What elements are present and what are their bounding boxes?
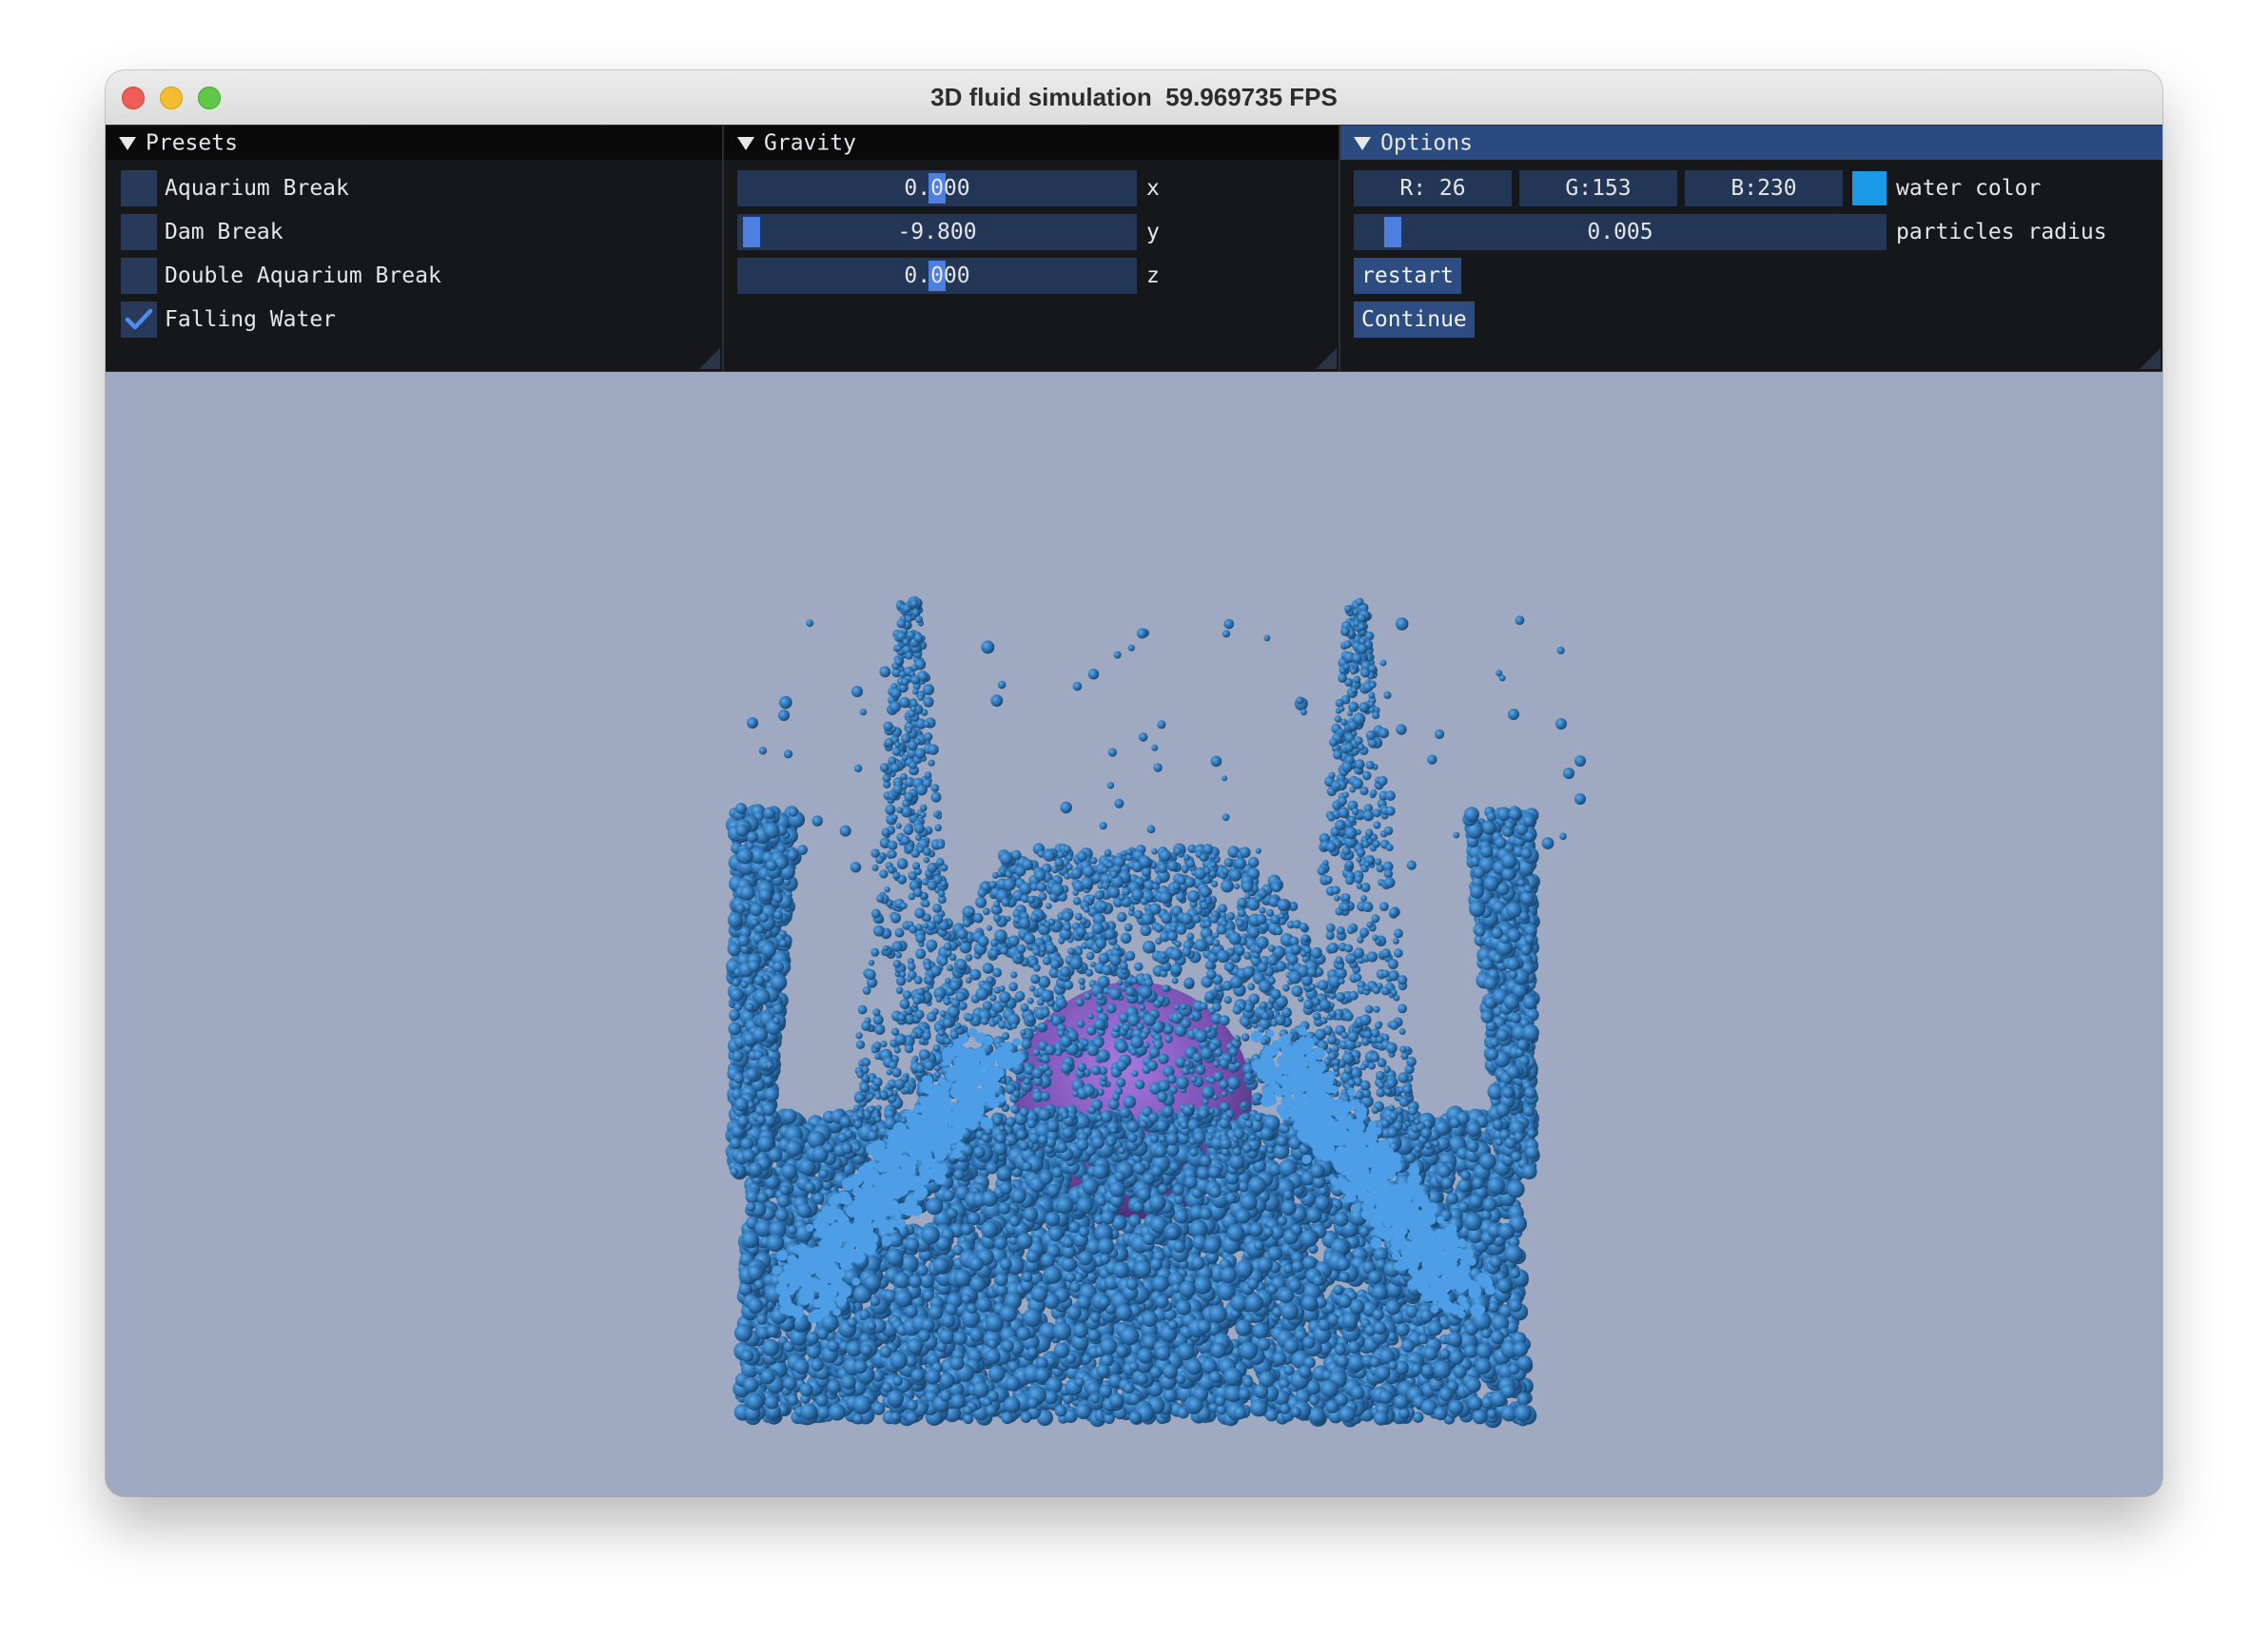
preset-label: Aquarium Break: [165, 176, 349, 201]
gravity-z-label: z: [1146, 263, 1160, 288]
water-color-swatch[interactable]: [1852, 171, 1887, 205]
preset-double-aquarium-break[interactable]: Double Aquarium Break: [106, 258, 714, 294]
presets-panel-title: Presets: [146, 130, 238, 156]
preset-dam-break[interactable]: Dam Break: [106, 214, 714, 250]
preset-label: Falling Water: [165, 307, 337, 332]
preset-falling-water[interactable]: Falling Water: [106, 302, 714, 338]
preset-aquarium-break-checkbox[interactable]: [121, 170, 157, 206]
preset-falling-water-checkbox[interactable]: [121, 302, 157, 338]
window-title: 3D fluid simulation 59.969735 FPS: [930, 83, 1338, 111]
gravity-z-slider[interactable]: 0.000: [737, 258, 1137, 294]
preset-aquarium-break[interactable]: Aquarium Break: [106, 170, 714, 206]
collapse-triangle-icon: [737, 136, 754, 150]
gravity-z-value: 0.000: [904, 263, 970, 288]
particles-radius-value: 0.005: [1587, 220, 1653, 244]
gravity-x-label: x: [1146, 176, 1160, 201]
particles-radius-slider[interactable]: 0.005: [1354, 214, 1887, 250]
preset-label: Double Aquarium Break: [165, 263, 441, 288]
preset-label: Dam Break: [165, 220, 284, 244]
checkmark-icon: [125, 308, 153, 330]
collapse-triangle-icon: [119, 136, 136, 150]
app-window: 3D fluid simulation 59.969735 FPS Preset…: [106, 70, 2162, 1496]
title-bar: 3D fluid simulation 59.969735 FPS: [106, 70, 2162, 126]
slider-grab[interactable]: [743, 217, 760, 247]
collapse-triangle-icon: [1354, 136, 1371, 150]
color-b-value: B:230: [1730, 176, 1797, 201]
gravity-panel: Gravity 0.000 x -9.800 y 0.000 z: [724, 126, 1339, 371]
presets-panel-header[interactable]: Presets: [106, 126, 722, 160]
gravity-y-label: y: [1146, 220, 1160, 244]
slider-grab[interactable]: [1384, 217, 1401, 247]
gravity-x-value: 0.000: [904, 176, 970, 201]
gravity-panel-title: Gravity: [764, 130, 856, 156]
particles-radius-label: particles radius: [1896, 220, 2107, 244]
preset-double-aquarium-break-checkbox[interactable]: [121, 258, 157, 294]
gravity-y-value: -9.800: [897, 220, 977, 244]
color-r-field[interactable]: R: 26: [1354, 170, 1512, 206]
preset-dam-break-checkbox[interactable]: [121, 214, 157, 250]
options-panel-title: Options: [1380, 130, 1473, 156]
options-panel-header[interactable]: Options: [1340, 126, 2162, 160]
resize-grip-icon[interactable]: [2140, 348, 2160, 369]
resize-grip-icon[interactable]: [699, 348, 720, 369]
continue-button[interactable]: Continue: [1354, 302, 1475, 338]
restart-button[interactable]: restart: [1354, 258, 1461, 294]
gravity-y-slider[interactable]: -9.800: [737, 214, 1137, 250]
presets-panel: Presets Aquarium Break Dam Break Double …: [106, 126, 722, 371]
color-b-field[interactable]: B:230: [1685, 170, 1843, 206]
color-r-value: R: 26: [1399, 176, 1466, 201]
resize-grip-icon[interactable]: [1316, 348, 1337, 369]
gravity-panel-header[interactable]: Gravity: [724, 126, 1339, 160]
color-g-field[interactable]: G:153: [1519, 170, 1677, 206]
water-color-label: water color: [1896, 176, 2042, 201]
color-g-value: G:153: [1565, 176, 1632, 201]
gravity-x-slider[interactable]: 0.000: [737, 170, 1137, 206]
options-panel: Options R: 26 G:153 B:230 water color 0.…: [1340, 126, 2162, 371]
